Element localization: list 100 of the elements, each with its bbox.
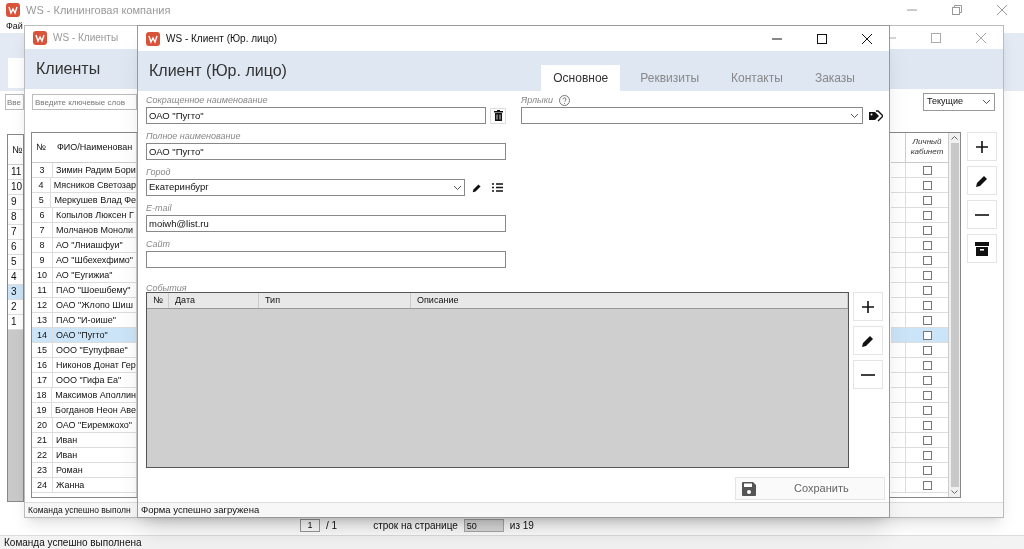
checkbox[interactable] xyxy=(922,360,932,370)
checkbox[interactable] xyxy=(922,240,932,250)
rows-per-page-label: строк на странице xyxy=(373,519,458,533)
checkbox[interactable] xyxy=(922,450,932,460)
table-cell[interactable]: АО "Лниашфуи" xyxy=(53,238,123,252)
checkbox[interactable] xyxy=(922,195,932,205)
table-cell[interactable]: Мясников Светозар xyxy=(50,178,136,192)
delete-button[interactable] xyxy=(967,200,997,229)
pencil-icon xyxy=(975,173,989,188)
column-header: Дата xyxy=(169,293,259,308)
table-cell[interactable]: 11 xyxy=(8,165,23,180)
table-cell[interactable]: 1 xyxy=(8,315,23,330)
table-cell[interactable]: ОАО "Еиремжохо" xyxy=(53,418,133,432)
save-button[interactable]: Сохранить xyxy=(735,477,885,500)
delete-button[interactable] xyxy=(490,107,506,124)
table-cell[interactable]: ООО "Еупуфвае" xyxy=(53,343,128,357)
table-cell[interactable]: ООО "Гифа Еа" xyxy=(53,373,122,387)
checkbox[interactable] xyxy=(922,435,932,445)
table-cell[interactable]: Зимин Радим Бори xyxy=(53,163,136,177)
checkbox[interactable] xyxy=(922,405,932,415)
checkbox[interactable] xyxy=(922,270,932,280)
edit-button[interactable] xyxy=(967,166,997,195)
field-label: Сайт xyxy=(146,238,172,251)
table-cell[interactable]: 3 xyxy=(8,285,23,300)
maximize-icon xyxy=(930,32,941,43)
table-cell[interactable]: 2 xyxy=(8,300,23,315)
add-button[interactable] xyxy=(967,132,997,161)
table-cell[interactable]: ПАО "Шоешбему" xyxy=(53,283,131,297)
search-field[interactable]: Введите ключевые слов xyxy=(32,94,137,110)
tags-button[interactable] xyxy=(867,107,885,124)
table-cell[interactable]: 8 xyxy=(8,210,23,225)
table-cell[interactable]: ПАО "И-оише" xyxy=(53,313,116,327)
trash-icon xyxy=(493,110,503,121)
table-cell[interactable]: 6 xyxy=(8,240,23,255)
search-field[interactable]: Вве xyxy=(5,94,24,110)
table-cell[interactable]: Никонов Донат Гер xyxy=(53,358,136,372)
field-label: Ярлыки xyxy=(521,93,553,107)
delete-button[interactable] xyxy=(853,360,883,389)
table-cell[interactable]: 7 xyxy=(8,225,23,240)
table-cell[interactable]: 9 xyxy=(8,195,23,210)
text-field[interactable] xyxy=(146,251,506,268)
table-cell[interactable]: ОАО "Жлопо Шиш xyxy=(53,298,133,312)
checkbox[interactable] xyxy=(922,465,932,475)
edit-button[interactable] xyxy=(853,326,883,355)
table-cell[interactable]: 5 xyxy=(8,255,23,270)
checkbox[interactable] xyxy=(922,225,932,235)
page-number-field[interactable]: 1 xyxy=(300,519,320,532)
text-field[interactable]: ОАО "Пугто" xyxy=(146,143,506,160)
checkbox[interactable] xyxy=(922,255,932,265)
add-button[interactable] xyxy=(853,292,883,321)
table-cell[interactable]: АО "Шбехехфимо" xyxy=(53,253,134,267)
table-cell[interactable]: Богданов Неон Аве xyxy=(52,403,136,417)
maximize-icon xyxy=(816,33,827,44)
menu-item[interactable]: Фай xyxy=(6,22,23,31)
table-cell[interactable]: ОАО "Пугто" xyxy=(53,328,108,342)
archive-icon xyxy=(975,241,989,256)
tags-icon xyxy=(869,109,883,122)
table-cell[interactable]: Меркушев Влад Фе xyxy=(51,193,136,207)
column-header: Личный кабинет xyxy=(909,136,945,158)
checkbox[interactable] xyxy=(922,345,932,355)
status-bar: Форма успешно загружена xyxy=(138,502,889,517)
table-cell[interactable]: Жанна xyxy=(53,478,85,492)
tab[interactable]: Основное xyxy=(541,65,621,91)
chevron-up-icon xyxy=(951,136,958,140)
table-cell[interactable]: 4 xyxy=(8,270,23,285)
total-count: из 19 xyxy=(509,519,534,533)
table-cell[interactable]: Молчанов Моноли xyxy=(53,223,134,237)
checkbox[interactable] xyxy=(922,420,932,430)
checkbox[interactable] xyxy=(922,300,932,310)
checkbox[interactable] xyxy=(922,180,932,190)
checkbox[interactable] xyxy=(922,330,932,340)
status-text: Команда успешно выполн xyxy=(28,503,131,517)
rows-per-page-select[interactable]: 50 xyxy=(463,519,504,532)
scrollbar[interactable] xyxy=(948,133,960,497)
table-cell[interactable]: 10 xyxy=(8,180,23,195)
text-field[interactable]: ОАО "Пугто" xyxy=(146,107,486,124)
window-heading: Клиент (Юр. лицо) xyxy=(149,61,287,81)
close-icon xyxy=(996,5,1007,15)
field-label: Город xyxy=(146,166,172,179)
checkbox[interactable] xyxy=(922,165,932,175)
checkbox[interactable] xyxy=(922,285,932,295)
status-filter-select[interactable]: Текущие xyxy=(923,93,995,111)
window-title: WS - Клиенты xyxy=(53,31,119,45)
checkbox[interactable] xyxy=(922,315,932,325)
table-cell[interactable]: Роман xyxy=(53,463,83,477)
window-title: WS - Клининговая компания xyxy=(26,2,171,18)
table-cell[interactable]: Иван xyxy=(53,433,78,447)
window-heading: Клиенты xyxy=(36,59,101,79)
checkbox[interactable] xyxy=(922,375,932,385)
table-cell[interactable]: Максимов Аполлин xyxy=(52,388,136,402)
checkbox[interactable] xyxy=(922,390,932,400)
archive-button[interactable] xyxy=(967,234,997,263)
checkbox[interactable] xyxy=(922,210,932,220)
table-cell[interactable]: Иван xyxy=(53,448,78,462)
text-field[interactable]: moiwh@list.ru xyxy=(146,215,506,232)
table-cell[interactable]: Копылов Люксен Г xyxy=(53,208,134,222)
checkbox[interactable] xyxy=(922,480,932,490)
plus-icon xyxy=(861,299,875,314)
table-cell[interactable]: АО "Еугижиа" xyxy=(53,268,113,282)
city-select[interactable]: Екатеринбург xyxy=(146,179,465,196)
